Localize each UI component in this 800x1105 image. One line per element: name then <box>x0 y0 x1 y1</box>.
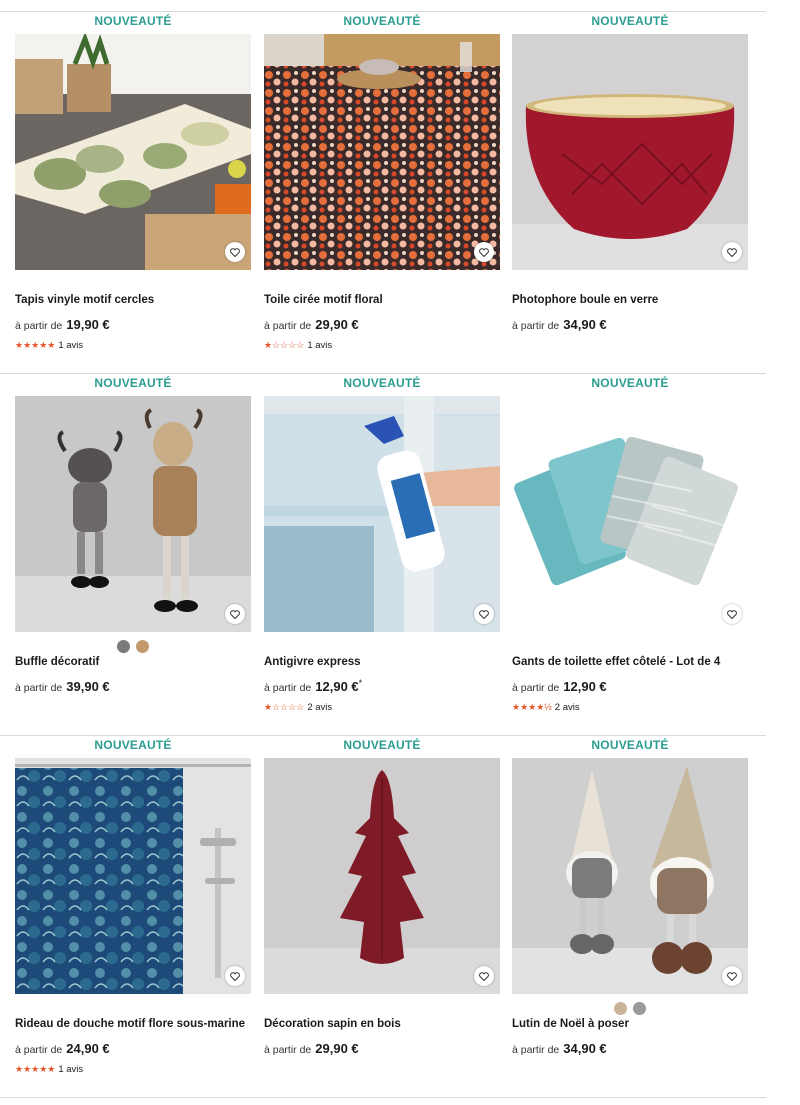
price: à partir de 39,90 € <box>15 678 110 696</box>
star-rating-icon: ★★★★★ <box>15 340 56 350</box>
product-row-3: NOUVEAUTÉ Rideau de douche motif flore s… <box>0 735 766 1098</box>
product-title[interactable]: Tapis vinyle motif cercles <box>15 294 251 306</box>
color-swatch[interactable] <box>614 1002 627 1015</box>
product-image[interactable] <box>512 34 748 270</box>
price: à partir de 24,90 € <box>15 1040 110 1058</box>
product-image[interactable] <box>264 396 500 632</box>
heart-outline-icon[interactable] <box>225 242 245 262</box>
price-value: 39,90 € <box>66 679 110 694</box>
product-image[interactable] <box>15 758 251 994</box>
rating[interactable]: ★☆☆☆☆ 2 avis <box>264 702 332 713</box>
product-title[interactable]: Lutin de Noël à poser <box>512 1018 748 1030</box>
review-count: 2 avis <box>554 702 580 713</box>
rating[interactable]: ★☆☆☆☆ 1 avis <box>264 340 332 351</box>
price: à partir de 12,90 €* <box>264 678 362 696</box>
heart-outline-icon[interactable] <box>474 242 494 262</box>
price-value: 34,90 € <box>563 1041 607 1056</box>
product-title[interactable]: Buffle décoratif <box>15 656 251 668</box>
star-rating-icon: ★★★★★ <box>15 1064 56 1074</box>
new-badge: NOUVEAUTÉ <box>343 376 421 390</box>
product-title[interactable]: Rideau de douche motif flore sous-marine <box>15 1018 251 1030</box>
product-title[interactable]: Antigivre express <box>264 656 500 668</box>
product-title[interactable]: Décoration sapin en bois <box>264 1018 500 1030</box>
new-badge: NOUVEAUTÉ <box>591 14 669 28</box>
product-card-sapin[interactable]: NOUVEAUTÉ Décoration sapin en bois à par… <box>264 736 500 1098</box>
rating[interactable]: ★★★★½ 2 avis <box>512 702 580 713</box>
product-image[interactable] <box>264 34 500 270</box>
star-rating-icon: ★☆☆☆☆ <box>264 702 305 712</box>
price-value: 19,90 € <box>66 317 110 332</box>
heart-outline-icon[interactable] <box>722 604 742 624</box>
heart-outline-icon[interactable] <box>474 604 494 624</box>
price-value: 12,90 € <box>563 679 607 694</box>
color-swatch[interactable] <box>117 640 130 653</box>
new-badge: NOUVEAUTÉ <box>94 14 172 28</box>
new-badge: NOUVEAUTÉ <box>94 376 172 390</box>
price-value: 24,90 € <box>66 1041 110 1056</box>
product-card-antigivre[interactable]: NOUVEAUTÉ Antigivre express à partir de 1… <box>264 374 500 736</box>
price-prefix: à partir de <box>15 1044 63 1056</box>
product-image[interactable] <box>15 34 251 270</box>
price-value: 34,90 € <box>563 317 607 332</box>
product-card-buffle[interactable]: NOUVEAUTÉ Buffle décoratif à partir de 3… <box>15 374 251 736</box>
review-count: 1 avis <box>307 340 333 351</box>
star-rating-icon: ★☆☆☆☆ <box>264 340 305 350</box>
heart-outline-icon[interactable] <box>474 966 494 986</box>
color-swatches <box>15 640 251 654</box>
new-badge: NOUVEAUTÉ <box>591 738 669 752</box>
product-title[interactable]: Gants de toilette effet côtelé - Lot de … <box>512 656 748 668</box>
price: à partir de 19,90 € <box>15 316 110 334</box>
product-image[interactable] <box>512 758 748 994</box>
rating[interactable]: ★★★★★ 1 avis <box>15 1064 83 1075</box>
price-prefix: à partir de <box>15 682 63 694</box>
product-row-2: NOUVEAUTÉ Buffle décoratif à partir de 3… <box>0 373 766 736</box>
color-swatch[interactable] <box>136 640 149 653</box>
product-title[interactable]: Photophore boule en verre <box>512 294 748 306</box>
product-card-toile[interactable]: NOUVEAUTÉ Toile cirée motif floral à par… <box>264 12 500 374</box>
price-prefix: à partir de <box>512 1044 560 1056</box>
product-card-gants[interactable]: NOUVEAUTÉ Gants de toilette effet côtelé… <box>512 374 748 736</box>
price-footnote: * <box>358 678 363 688</box>
heart-outline-icon[interactable] <box>225 604 245 624</box>
color-swatch[interactable] <box>633 1002 646 1015</box>
price-prefix: à partir de <box>512 682 560 694</box>
price: à partir de 34,90 € <box>512 316 607 334</box>
product-image[interactable] <box>512 396 748 632</box>
price-prefix: à partir de <box>264 1044 312 1056</box>
product-image[interactable] <box>15 396 251 632</box>
heart-outline-icon[interactable] <box>722 242 742 262</box>
price-value: 29,90 € <box>315 1041 359 1056</box>
price-value: 29,90 € <box>315 317 359 332</box>
product-card-photophore[interactable]: NOUVEAUTÉ Photophore boule en verre à pa… <box>512 12 748 374</box>
price-prefix: à partir de <box>15 320 63 332</box>
review-count: 2 avis <box>307 702 333 713</box>
product-card-lutin[interactable]: NOUVEAUTÉ Lutin de Noël à poser à partir… <box>512 736 748 1098</box>
new-badge: NOUVEAUTÉ <box>591 376 669 390</box>
price: à partir de 12,90 € <box>512 678 607 696</box>
new-badge: NOUVEAUTÉ <box>343 14 421 28</box>
heart-outline-icon[interactable] <box>722 966 742 986</box>
price: à partir de 29,90 € <box>264 1040 359 1058</box>
color-swatches <box>512 1002 748 1016</box>
new-badge: NOUVEAUTÉ <box>94 738 172 752</box>
star-rating-icon: ★★★★½ <box>512 702 552 712</box>
heart-outline-icon[interactable] <box>225 966 245 986</box>
price-prefix: à partir de <box>264 682 312 694</box>
product-card-rideau[interactable]: NOUVEAUTÉ Rideau de douche motif flore s… <box>15 736 251 1098</box>
price-value: 12,90 € <box>315 679 359 694</box>
review-count: 1 avis <box>58 340 84 351</box>
new-badge: NOUVEAUTÉ <box>343 738 421 752</box>
price-prefix: à partir de <box>512 320 560 332</box>
product-card-tapis[interactable]: NOUVEAUTÉ Tapis vinyle motif cercles à p… <box>15 12 251 374</box>
rating[interactable]: ★★★★★ 1 avis <box>15 340 83 351</box>
price: à partir de 29,90 € <box>264 316 359 334</box>
product-image[interactable] <box>264 758 500 994</box>
review-count: 1 avis <box>58 1064 84 1075</box>
product-title[interactable]: Toile cirée motif floral <box>264 294 500 306</box>
price-prefix: à partir de <box>264 320 312 332</box>
price: à partir de 34,90 € <box>512 1040 607 1058</box>
product-row-1: NOUVEAUTÉ Tapis vinyle motif cercles à p… <box>0 11 766 374</box>
